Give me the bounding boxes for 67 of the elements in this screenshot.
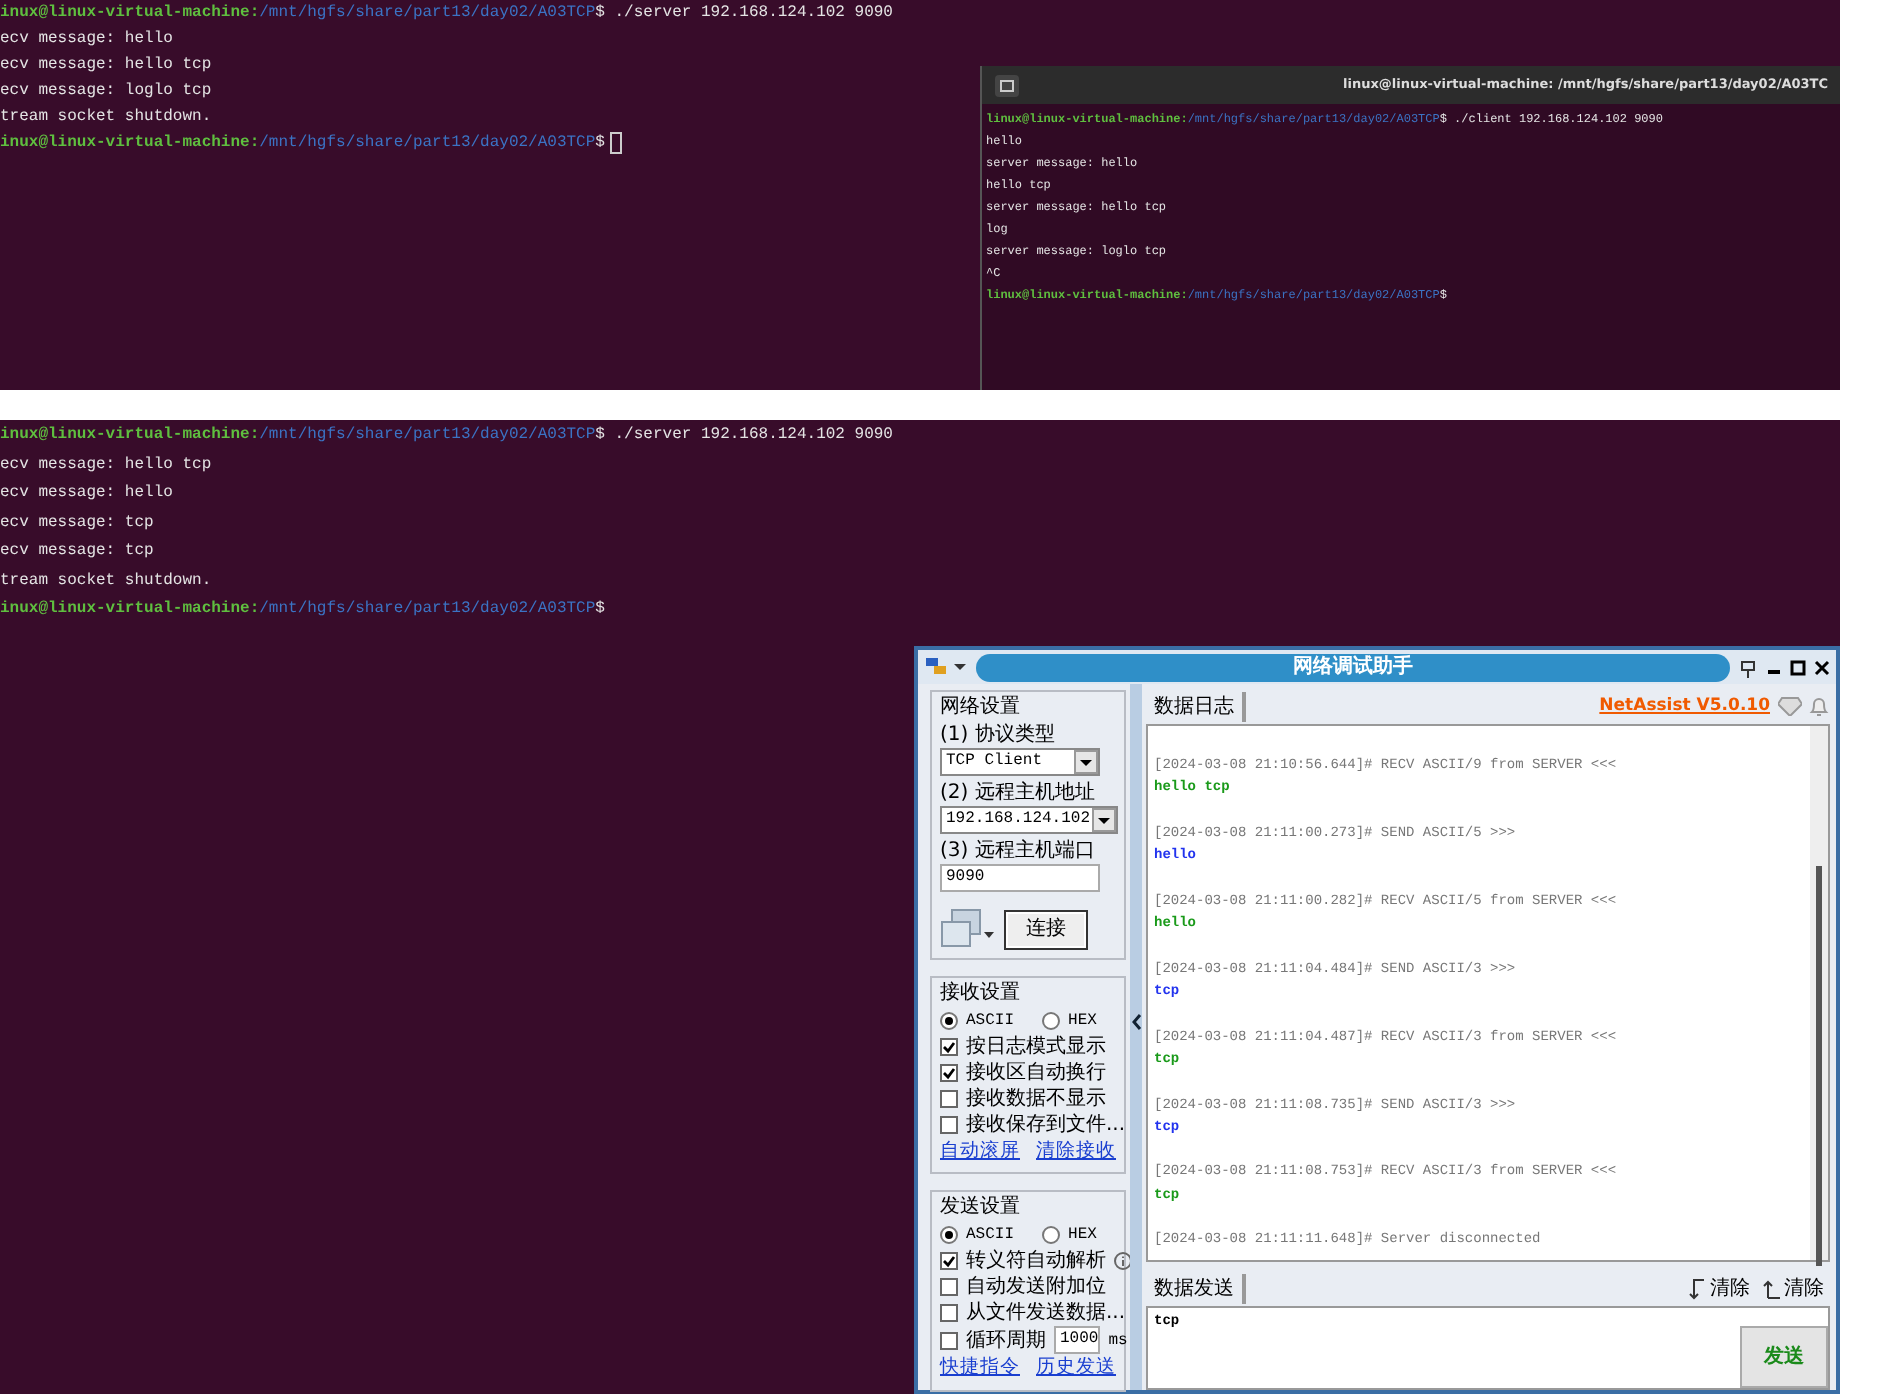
- terminal-line: inux@linux-virtual-machine:/mnt/hgfs/share/part13/day02/A03TCP$ ./server 192.168.124.102 9090: [0, 424, 893, 448]
- checkbox-label: 按日志模式显示: [966, 1034, 1106, 1060]
- terminal-line: ecv message: hello tcp: [0, 453, 212, 477]
- checkbox[interactable]: [940, 1331, 958, 1350]
- terminal-line: ecv message: loglo tcp: [0, 80, 212, 104]
- radio-button[interactable]: [940, 1226, 958, 1245]
- radio-label: ASCII: [966, 1010, 1015, 1034]
- checkbox-label: 从文件发送数据...: [966, 1300, 1126, 1327]
- field-label: (1) 协议类型: [940, 722, 1057, 748]
- pin-icon[interactable]: [1738, 657, 1758, 677]
- close-icon[interactable]: [1814, 657, 1830, 677]
- caret-icon: [1074, 750, 1098, 774]
- checkbox-label: 循环周期: [966, 1327, 1046, 1354]
- terminal-line: inux@linux-virtual-machine:/mnt/hgfs/share/part13/day02/A03TCP$ ./server 192.168.124.102 9090: [0, 2, 893, 26]
- checkbox[interactable]: [940, 1252, 958, 1271]
- field-label: (2) 远程主机地址: [940, 780, 1097, 806]
- link[interactable]: 清除接收: [1036, 1138, 1116, 1167]
- up-arrow-icon: [1762, 1277, 1780, 1299]
- connect-button[interactable]: 连接: [1004, 910, 1088, 950]
- checkbox-label: 接收保存到文件...: [966, 1112, 1126, 1138]
- terminal-line: ecv message: tcp: [0, 540, 154, 564]
- down-arrow-icon: [1688, 1277, 1706, 1299]
- protocol-select[interactable]: TCP Client: [940, 748, 1100, 776]
- radio-label: HEX: [1068, 1224, 1097, 1249]
- link[interactable]: 自动滚屏: [940, 1138, 1020, 1167]
- checkbox[interactable]: [940, 1116, 958, 1134]
- terminal-line: inux@linux-virtual-machine:/mnt/hgfs/share/part13/day02/A03TCP$: [0, 598, 605, 622]
- radio-label: HEX: [1068, 1010, 1097, 1034]
- radio-label: ASCII: [966, 1224, 1015, 1249]
- port-field[interactable]: 9090: [940, 864, 1100, 892]
- checkbox[interactable]: [940, 1064, 958, 1082]
- terminal-line: inux@linux-virtual-machine:/mnt/hgfs/share/part13/day02/A03TCP$: [0, 132, 605, 156]
- terminal-line: ecv message: hello: [0, 28, 173, 52]
- caret-icon: [1092, 808, 1117, 832]
- panel-title: 网络设置: [940, 696, 1024, 720]
- interval-field[interactable]: 1000: [1054, 1326, 1101, 1355]
- checkbox[interactable]: [940, 1038, 958, 1056]
- checkbox[interactable]: [940, 1278, 958, 1297]
- clear-button[interactable]: 清除: [1682, 1273, 1756, 1303]
- checkbox[interactable]: [940, 1304, 958, 1323]
- checkbox-label: 转义符自动解析: [966, 1248, 1106, 1275]
- radio-button[interactable]: [1042, 1012, 1061, 1030]
- link[interactable]: 历史发送: [1036, 1354, 1116, 1383]
- terminal-line: tream socket shutdown.: [0, 106, 212, 130]
- clear-button[interactable]: 清除: [1756, 1273, 1830, 1303]
- window-title: 网络调试助手: [976, 653, 1730, 681]
- field-label: (3) 远程主机端口: [940, 838, 1097, 864]
- terminal-line: ecv message: hello: [0, 482, 173, 506]
- panel-title: 发送设置: [940, 1196, 1024, 1221]
- terminal-line: ecv message: hello tcp: [0, 54, 212, 78]
- maximize-icon[interactable]: [1790, 657, 1806, 677]
- radio-button[interactable]: [1042, 1226, 1061, 1245]
- info-icon: [1114, 1252, 1132, 1271]
- terminal-line: ecv message: tcp: [0, 511, 154, 535]
- checkbox[interactable]: [940, 1090, 958, 1108]
- network-icon[interactable]: [924, 656, 968, 678]
- panel-title: 接收设置: [940, 982, 1024, 1006]
- terminal-line: tream socket shutdown.: [0, 569, 212, 593]
- radio-button[interactable]: [940, 1012, 958, 1030]
- checkbox-label: 接收区自动换行: [966, 1060, 1106, 1086]
- unit-label: ms: [1108, 1329, 1128, 1354]
- new-tab-icon[interactable]: [994, 73, 1020, 97]
- link[interactable]: 快捷指令: [940, 1354, 1020, 1383]
- scrollbar[interactable]: [1810, 726, 1828, 1260]
- checkbox-label: 自动发送附加位: [966, 1274, 1106, 1301]
- host-select[interactable]: 192.168.124.102: [940, 806, 1119, 834]
- checkbox-label: 接收数据不显示: [966, 1086, 1106, 1112]
